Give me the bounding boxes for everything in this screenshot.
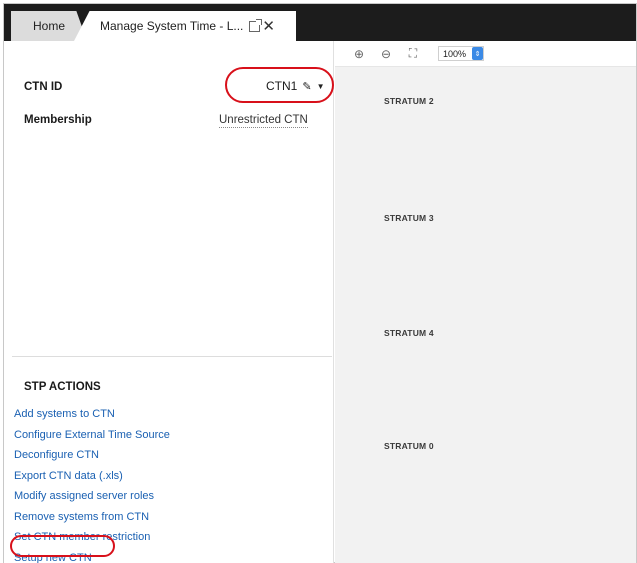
ctn-id-highlight xyxy=(225,67,334,103)
stratum-3-label: STRATUM 3 xyxy=(384,213,434,223)
ctn-id-label: CTN ID xyxy=(24,81,63,93)
membership-label: Membership xyxy=(24,114,92,126)
stratum-4-label: STRATUM 4 xyxy=(384,328,434,338)
tab-manage-label: Manage System Time - L... xyxy=(100,19,244,33)
setup-new-ctn-highlight xyxy=(10,535,115,557)
stratum-2-label: STRATUM 2 xyxy=(384,96,434,106)
canvas-toolbar: ⊕ ⊖ ⛶ 100% ⇕ xyxy=(335,41,636,67)
action-deconfigure-ctn[interactable]: Deconfigure CTN xyxy=(14,445,170,466)
zoom-select[interactable]: 100% ⇕ xyxy=(438,46,485,61)
tab-home[interactable]: Home xyxy=(11,11,87,41)
tab-bar: Home Manage System Time - L... ✕ xyxy=(4,4,636,41)
app-window: Home Manage System Time - L... ✕ CTN ID … xyxy=(3,3,637,563)
stratum-0-label: STRATUM 0 xyxy=(384,441,434,451)
details-panel: CTN ID CTN1 ✎ ▼ Membership Unrestricted … xyxy=(4,41,334,563)
tab-home-label: Home xyxy=(33,19,66,33)
membership-value[interactable]: Unrestricted CTN xyxy=(219,114,308,128)
action-remove-systems[interactable]: Remove systems from CTN xyxy=(14,507,170,528)
fit-to-screen-icon[interactable]: ⛶ xyxy=(406,46,420,61)
popout-icon[interactable] xyxy=(249,18,263,32)
stp-actions-title: STP ACTIONS xyxy=(24,381,101,393)
action-export-ctn-data[interactable]: Export CTN data (.xls) xyxy=(14,466,170,487)
close-icon[interactable]: ✕ xyxy=(262,19,275,34)
topology-canvas[interactable]: ⊕ ⊖ ⛶ 100% ⇕ STRATUM 2 STRATUM 3 STRATUM… xyxy=(335,41,636,563)
zoom-dropdown-icon[interactable]: ⇕ xyxy=(472,47,484,60)
zoom-out-icon[interactable]: ⊖ xyxy=(379,47,393,61)
action-add-systems[interactable]: Add systems to CTN xyxy=(14,404,170,425)
action-modify-server-roles[interactable]: Modify assigned server roles xyxy=(14,486,170,507)
zoom-value: 100% xyxy=(443,48,467,59)
divider xyxy=(12,356,332,357)
zoom-in-icon[interactable]: ⊕ xyxy=(352,47,366,61)
tab-manage-system-time[interactable]: Manage System Time - L... ✕ xyxy=(74,11,296,41)
action-configure-external-time-source[interactable]: Configure External Time Source xyxy=(14,425,170,446)
